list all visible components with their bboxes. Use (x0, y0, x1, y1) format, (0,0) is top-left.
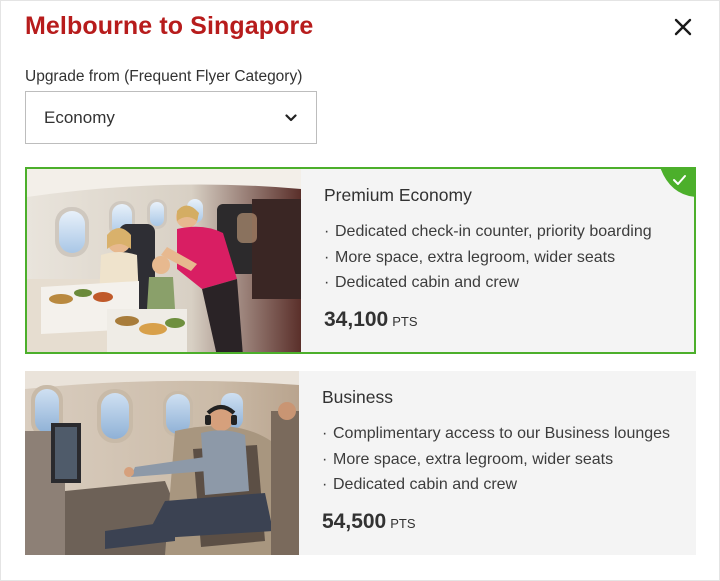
option-title: Premium Economy (324, 185, 472, 205)
upgrade-modal: Melbourne to Singapore Upgrade from (Fre… (0, 0, 720, 581)
selected-check-badge (660, 169, 694, 197)
premium-economy-cabin-image (27, 169, 301, 352)
feature-item: · Dedicated check-in counter, priority bo… (324, 223, 652, 240)
close-icon (674, 18, 692, 36)
feature-item: · Dedicated cabin and crew (322, 476, 518, 493)
points-unit: PTS (392, 313, 418, 329)
feature-list: · Complimentary access to our Business lo… (322, 421, 696, 498)
cabin-option-premium-economy[interactable]: Premium Economy · Dedicated check-in coun… (25, 167, 696, 354)
points-price: 34,100 PTS (324, 308, 694, 332)
close-button[interactable] (669, 13, 697, 41)
points-value: 34,100 (324, 307, 389, 331)
points-value: 54,500 (322, 509, 387, 533)
feature-item: · More space, extra legroom, wider seats (322, 450, 614, 468)
feature-item: · Dedicated cabin and crew (324, 274, 520, 291)
checkmark-icon (660, 169, 694, 197)
option-title: Business (322, 387, 394, 407)
business-cabin-image (25, 371, 299, 555)
premium-economy-details: Premium Economy · Dedicated check-in coun… (301, 169, 694, 352)
points-unit: PTS (390, 515, 416, 531)
upgrade-from-select[interactable]: Economy (25, 91, 317, 144)
chevron-down-icon (284, 111, 298, 125)
upgrade-from-label: Upgrade from (Frequent Flyer Category) (25, 68, 303, 85)
business-details: Business · Complimentary access to our Bu… (299, 371, 696, 555)
feature-list: · Dedicated check-in counter, priority bo… (324, 219, 694, 296)
feature-item: · Complimentary access to our Business lo… (322, 425, 671, 442)
points-price: 54,500 PTS (322, 510, 696, 534)
cabin-option-business[interactable]: Business · Complimentary access to our Bu… (25, 371, 696, 555)
feature-item: · More space, extra legroom, wider seats (324, 248, 616, 266)
upgrade-from-value: Economy (44, 107, 115, 127)
modal-title: Melbourne to Singapore (25, 12, 314, 40)
